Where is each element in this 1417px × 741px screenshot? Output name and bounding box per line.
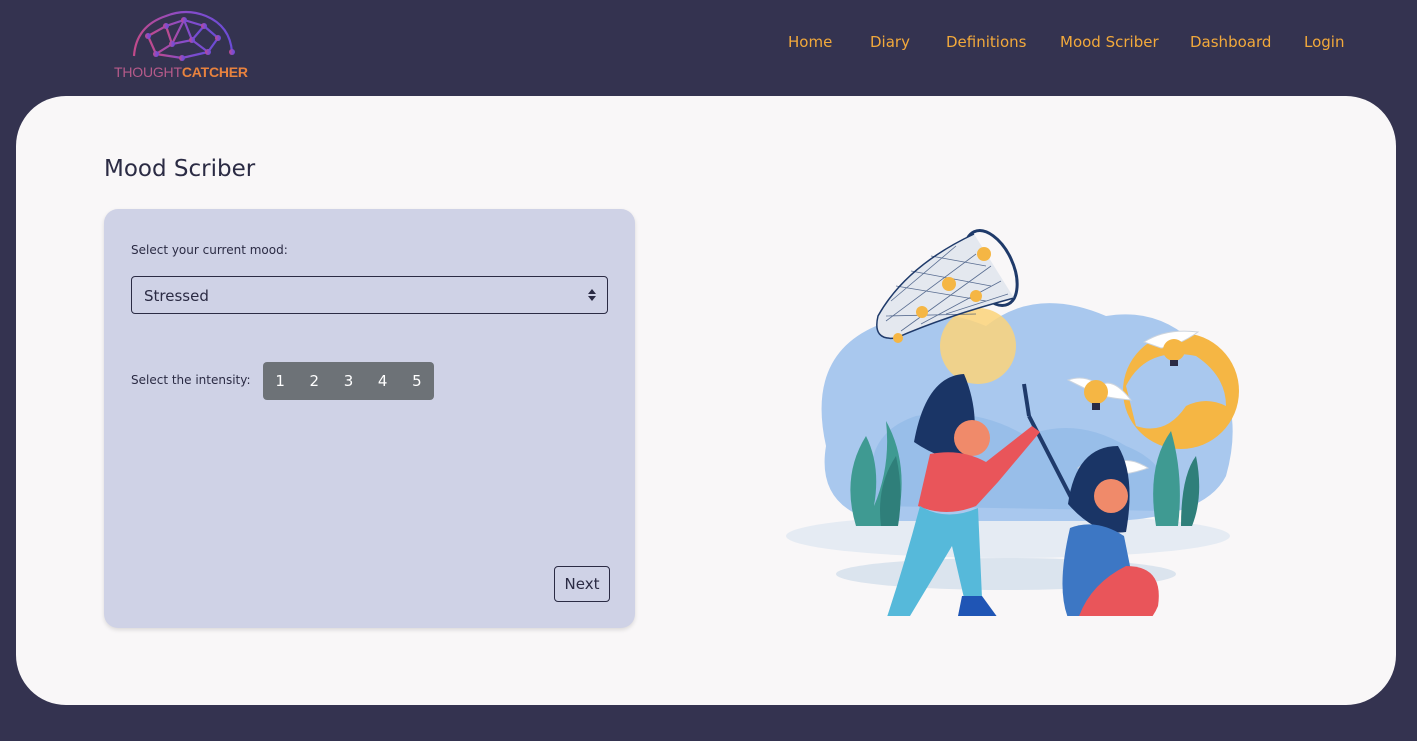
sort-caret-icon — [588, 289, 596, 301]
intensity-selector: 1 2 3 4 5 — [263, 362, 434, 400]
brand-name: THOUGHTCATCHER — [114, 64, 248, 80]
nav-definitions[interactable]: Definitions — [946, 33, 1026, 51]
mood-select-value: Stressed — [144, 287, 209, 305]
page-title: Mood Scriber — [104, 156, 256, 182]
next-button[interactable]: Next — [554, 566, 610, 602]
mood-label: Select your current mood: — [131, 243, 288, 257]
nav-mood-scriber[interactable]: Mood Scriber — [1060, 33, 1159, 51]
main-card: Mood Scriber Select your current mood: S… — [16, 96, 1396, 705]
intensity-option-3[interactable]: 3 — [331, 362, 365, 400]
nav-home[interactable]: Home — [788, 33, 832, 51]
nav-login[interactable]: Login — [1304, 33, 1344, 51]
intensity-option-4[interactable]: 4 — [366, 362, 400, 400]
catching-ideas-illustration — [786, 229, 1239, 616]
mood-form-panel: Select your current mood: Stressed Selec… — [104, 209, 635, 628]
sun-left — [940, 308, 1016, 384]
intensity-option-2[interactable]: 2 — [297, 362, 331, 400]
nav-diary[interactable]: Diary — [870, 33, 910, 51]
mood-select[interactable]: Stressed — [131, 276, 608, 314]
intensity-option-1[interactable]: 1 — [263, 362, 297, 400]
main-nav: Home Diary Definitions Mood Scriber Dash… — [0, 33, 1417, 55]
nav-dashboard[interactable]: Dashboard — [1190, 33, 1271, 51]
intensity-option-5[interactable]: 5 — [400, 362, 434, 400]
intensity-label: Select the intensity: — [131, 373, 251, 387]
